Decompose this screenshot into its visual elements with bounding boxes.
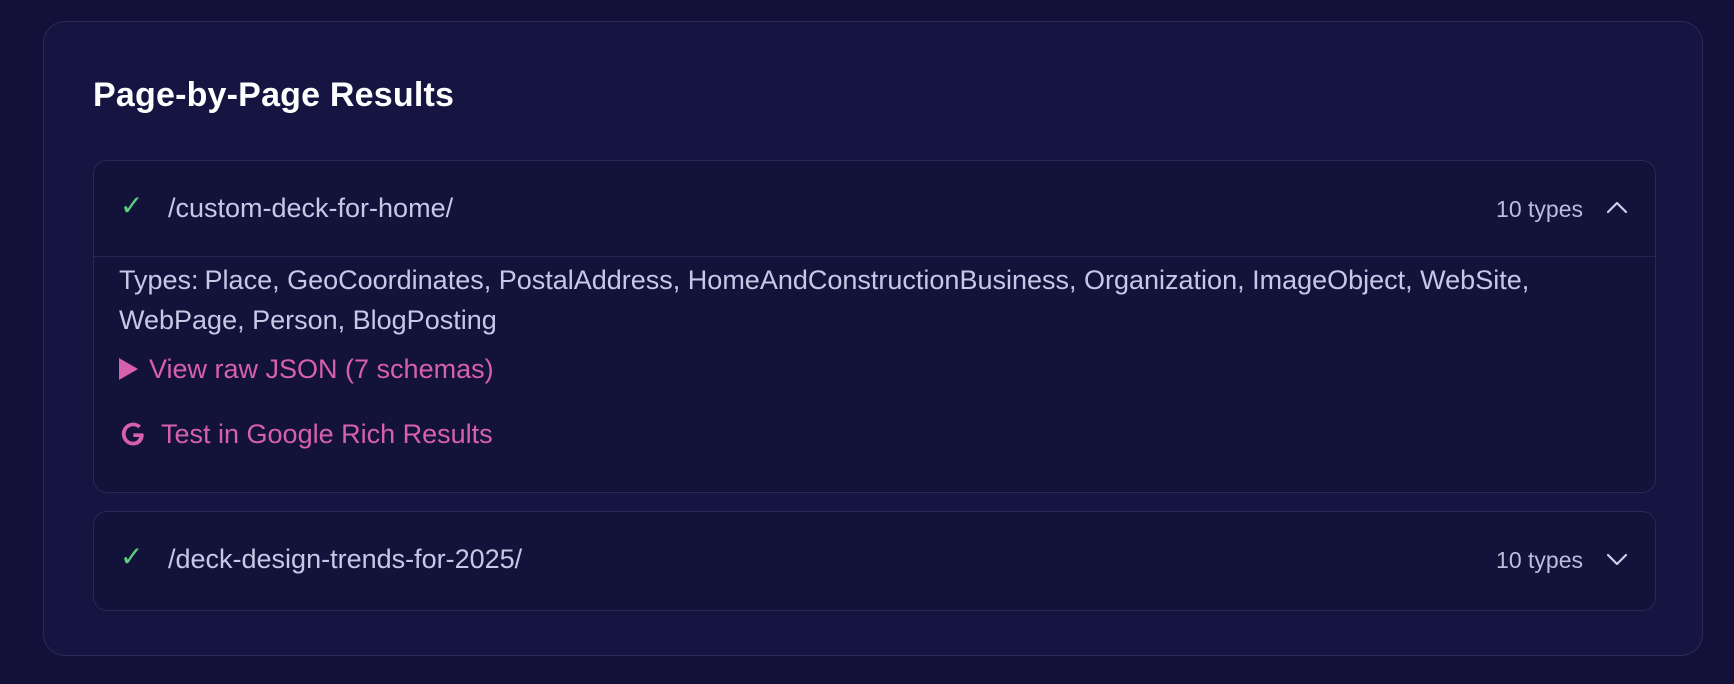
view-raw-json-toggle[interactable]: View raw JSON (7 schemas) (119, 352, 494, 386)
page-path: /custom-deck-for-home/ (168, 193, 454, 223)
page-result-card: ✓ /deck-design-trends-for-2025/ 10 types (93, 511, 1656, 611)
type-count-badge: 10 types (1496, 196, 1583, 222)
types-label: Types: (119, 265, 199, 295)
results-panel: Page-by-Page Results ✓ /custom-deck-for-… (43, 21, 1703, 656)
chevron-down-icon[interactable] (1605, 547, 1629, 571)
types-values: Place, GeoCoordinates, PostalAddress, Ho… (119, 265, 1530, 335)
page-path: /deck-design-trends-for-2025/ (168, 544, 523, 574)
chevron-up-icon[interactable] (1605, 196, 1629, 220)
page-result-header[interactable]: ✓ /deck-design-trends-for-2025/ 10 types (94, 512, 1655, 609)
page-result-header[interactable]: ✓ /custom-deck-for-home/ 10 types (94, 161, 1655, 257)
page-result-card: ✓ /custom-deck-for-home/ 10 types Types:… (93, 160, 1656, 493)
check-icon: ✓ (120, 190, 144, 221)
panel-title: Page-by-Page Results (93, 76, 455, 114)
schema-types-list: Types: Place, GeoCoordinates, PostalAddre… (119, 260, 1579, 340)
google-rich-results-label: Test in Google Rich Results (161, 419, 493, 449)
view-raw-json-label: View raw JSON (7 schemas) (149, 354, 494, 384)
google-rich-results-link[interactable]: Test in Google Rich Results (119, 417, 493, 451)
google-icon (121, 422, 144, 446)
triangle-right-icon (119, 358, 138, 380)
check-icon: ✓ (120, 541, 144, 572)
type-count-badge: 10 types (1496, 547, 1583, 573)
